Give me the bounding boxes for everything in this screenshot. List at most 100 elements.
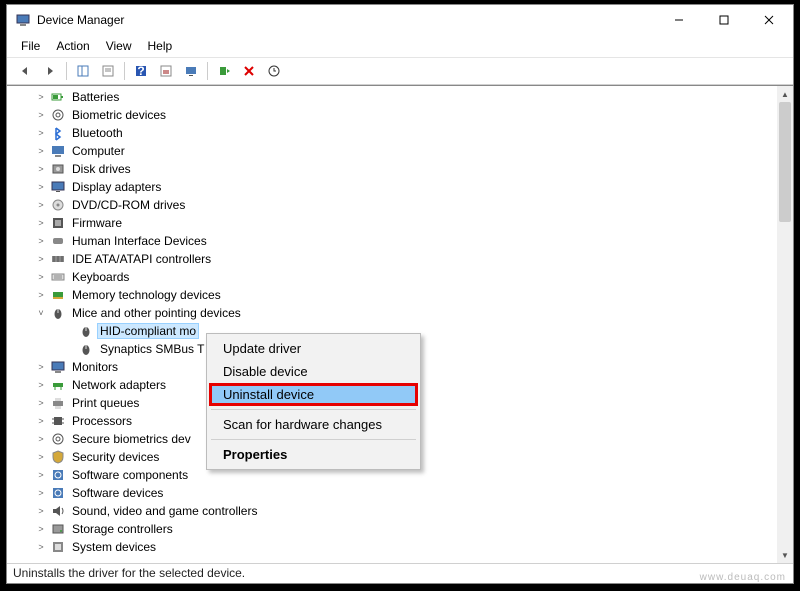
tree-node-label: IDE ATA/ATAPI controllers — [69, 251, 214, 267]
minimize-button[interactable] — [656, 6, 701, 34]
security-icon — [50, 449, 66, 465]
expand-icon[interactable]: > — [35, 361, 47, 373]
collapse-icon[interactable]: ˅ — [35, 307, 47, 319]
expand-icon[interactable]: > — [35, 253, 47, 265]
tree-node-label: Sound, video and game controllers — [69, 503, 260, 519]
back-button[interactable] — [13, 60, 37, 82]
tree-node[interactable]: >Keyboards — [7, 268, 777, 286]
tree-node-label: System devices — [69, 539, 159, 555]
ctx-properties[interactable]: Properties — [209, 443, 418, 466]
expand-icon[interactable]: > — [35, 217, 47, 229]
tree-node-label: Software devices — [69, 485, 166, 501]
ctx-scan-hardware[interactable]: Scan for hardware changes — [209, 413, 418, 436]
app-icon — [15, 12, 31, 28]
tree-node[interactable]: > Computer — [7, 142, 777, 160]
expand-icon[interactable]: > — [35, 523, 47, 535]
device-manager-window: Device Manager File Action View Help ? >… — [6, 4, 794, 584]
expand-icon[interactable]: > — [35, 127, 47, 139]
action-button[interactable] — [154, 60, 178, 82]
mouse-icon — [78, 341, 94, 357]
expand-icon[interactable]: > — [35, 235, 47, 247]
expand-icon[interactable]: > — [35, 289, 47, 301]
ctx-update-driver[interactable]: Update driver — [209, 337, 418, 360]
scroll-down-button[interactable]: ▼ — [777, 547, 793, 563]
expand-icon[interactable]: > — [35, 181, 47, 193]
expand-icon[interactable]: > — [35, 199, 47, 211]
tree-node[interactable]: >Memory technology devices — [7, 286, 777, 304]
properties-button[interactable] — [96, 60, 120, 82]
expand-icon[interactable]: > — [35, 109, 47, 121]
menu-action[interactable]: Action — [48, 37, 97, 55]
update-driver-button[interactable] — [212, 60, 236, 82]
close-button[interactable] — [746, 6, 791, 34]
watermark: www.deuaq.com — [700, 572, 786, 583]
expand-icon[interactable]: > — [35, 451, 47, 463]
tree-node-label: Security devices — [69, 449, 162, 465]
keyboard-icon — [50, 269, 66, 285]
tree-node-label: Biometric devices — [69, 107, 169, 123]
battery-icon — [50, 89, 66, 105]
tree-node-label: Monitors — [69, 359, 121, 375]
maximize-button[interactable] — [701, 6, 746, 34]
tree-node-label: Network adapters — [69, 377, 169, 393]
expand-icon[interactable]: > — [35, 433, 47, 445]
ctx-uninstall-device[interactable]: Uninstall device — [209, 383, 418, 406]
tree-node[interactable]: >Display adapters — [7, 178, 777, 196]
toolbar-separator — [207, 62, 208, 80]
window-title: Device Manager — [37, 13, 656, 27]
expand-icon[interactable]: > — [35, 541, 47, 553]
tree-node-label: Disk drives — [69, 161, 134, 177]
context-menu: Update driver Disable device Uninstall d… — [206, 333, 421, 470]
uninstall-button[interactable] — [237, 60, 261, 82]
tree-node[interactable]: > IDE ATA/ATAPI controllers — [7, 250, 777, 268]
computer-icon — [50, 143, 66, 159]
tree-node-label: Print queues — [69, 395, 142, 411]
tree-node-label: Mice and other pointing devices — [69, 305, 244, 321]
menu-file[interactable]: File — [13, 37, 48, 55]
ide-icon — [50, 251, 66, 267]
view-button[interactable] — [179, 60, 203, 82]
show-hide-tree-button[interactable] — [71, 60, 95, 82]
tree-node-label: Storage controllers — [69, 521, 176, 537]
menu-view[interactable]: View — [98, 37, 140, 55]
device-tree[interactable]: >Batteries>Biometric devices>Bluetooth>C… — [7, 86, 777, 563]
tree-node[interactable]: >Bluetooth — [7, 124, 777, 142]
expand-icon[interactable]: > — [35, 145, 47, 157]
tree-node[interactable]: >DVD/CD-ROM drives — [7, 196, 777, 214]
help-button[interactable]: ? — [129, 60, 153, 82]
tree-node[interactable]: > Firmware — [7, 214, 777, 232]
tree-node[interactable]: >Human Interface Devices — [7, 232, 777, 250]
expand-icon[interactable]: > — [35, 487, 47, 499]
ctx-separator — [211, 409, 416, 410]
menu-help[interactable]: Help — [140, 37, 181, 55]
tree-node-label: Firmware — [69, 215, 125, 231]
menubar: File Action View Help — [7, 35, 793, 57]
tree-node[interactable]: > Biometric devices — [7, 106, 777, 124]
vertical-scrollbar[interactable]: ▲ ▼ — [777, 86, 793, 563]
tree-node[interactable]: > Software devices — [7, 484, 777, 502]
expand-icon[interactable]: > — [35, 469, 47, 481]
memory-icon — [50, 287, 66, 303]
forward-button[interactable] — [38, 60, 62, 82]
expand-icon[interactable]: > — [35, 397, 47, 409]
expand-icon[interactable]: > — [35, 91, 47, 103]
scan-hardware-button[interactable] — [262, 60, 286, 82]
scroll-up-button[interactable]: ▲ — [777, 86, 793, 102]
expand-icon[interactable]: > — [35, 415, 47, 427]
tree-node[interactable]: > Sound, video and game controllers — [7, 502, 777, 520]
ctx-disable-device[interactable]: Disable device — [209, 360, 418, 383]
expand-icon[interactable]: > — [35, 379, 47, 391]
expand-icon[interactable]: > — [35, 505, 47, 517]
tree-node[interactable]: ˅ Mice and other pointing devices — [7, 304, 777, 322]
tree-node[interactable]: >Batteries — [7, 88, 777, 106]
tree-node[interactable]: > Storage controllers — [7, 520, 777, 538]
status-bar: Uninstalls the driver for the selected d… — [7, 563, 793, 583]
tree-node[interactable]: > Disk drives — [7, 160, 777, 178]
scroll-thumb[interactable] — [779, 102, 791, 222]
biometric-icon — [50, 431, 66, 447]
expand-icon[interactable]: > — [35, 271, 47, 283]
tree-node[interactable]: > System devices — [7, 538, 777, 556]
system-icon — [50, 539, 66, 555]
tree-node-label: Computer — [69, 143, 128, 159]
expand-icon[interactable]: > — [35, 163, 47, 175]
